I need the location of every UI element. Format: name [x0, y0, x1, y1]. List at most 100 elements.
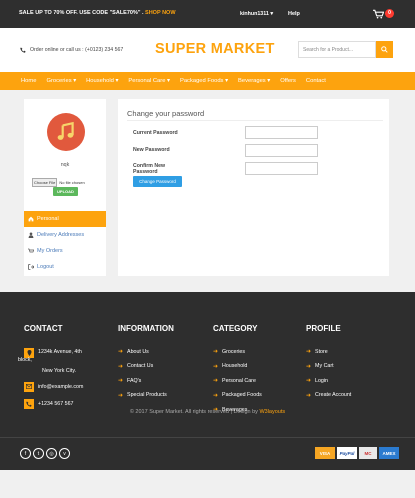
search-icon	[381, 46, 388, 53]
link-label: Store	[315, 348, 328, 355]
arrow-right-icon: ➜	[306, 378, 312, 385]
search-input[interactable]: Search for a Product...	[298, 41, 376, 58]
top-bar: SALE UP TO 70% OFF. USE CODE "SALE70%" .…	[0, 0, 415, 28]
phone-text: +1234 567 567	[38, 401, 74, 408]
upload-button[interactable]: UPLOAD	[53, 187, 78, 196]
footer-link-about[interactable]: ➜ About Us	[118, 348, 174, 356]
nav-household[interactable]: Household ▾	[82, 78, 124, 84]
cart-button[interactable]: 0	[373, 9, 395, 20]
menu-item-my-orders[interactable]: My Orders	[24, 243, 106, 259]
arrow-right-icon: ➜	[118, 392, 124, 399]
contact-text: Order online or call us : (+0123) 234 56…	[30, 47, 124, 53]
footer-link-store[interactable]: ➜ Store	[306, 348, 351, 356]
home-icon	[28, 216, 34, 222]
footer-phone: +1234 567 567	[24, 399, 104, 410]
current-password-field[interactable]	[245, 126, 318, 139]
cart-icon	[28, 248, 34, 253]
link-label: Special Products	[127, 392, 167, 399]
help-link[interactable]: Help	[288, 11, 300, 17]
arrow-right-icon: ➜	[213, 392, 219, 399]
user-menu[interactable]: kinhun1311 ▾	[240, 11, 273, 17]
copyright: © 2017 Super Market. All rights reserved…	[0, 409, 415, 415]
vimeo-icon[interactable]: v	[59, 448, 70, 459]
link-label: About Us	[127, 348, 149, 355]
confirm-password-field[interactable]	[245, 162, 318, 175]
address-line-1: 1234k Avenue, 4th	[38, 349, 82, 355]
promo-banner: SALE UP TO 70% OFF. USE CODE "SALE70%" .…	[19, 10, 176, 16]
footer-link-create-account[interactable]: ➜ Create Account	[306, 392, 351, 399]
change-password-button[interactable]: Change Password	[133, 176, 182, 187]
site-logo[interactable]: SUPER MARKET	[155, 41, 275, 57]
footer-heading: PROFILE	[306, 324, 341, 333]
nav-groceries[interactable]: Groceries ▾	[42, 78, 82, 84]
address-line-2: block,	[18, 356, 32, 363]
footer-link-faq[interactable]: ➜ FAQ's	[118, 377, 174, 385]
user-icon	[28, 232, 34, 238]
phone-icon	[24, 399, 34, 410]
link-label: Packaged Foods	[222, 392, 262, 399]
link-label: Create Account	[315, 392, 352, 399]
footer-heading: CATEGORY	[213, 324, 258, 333]
menu-item-label: Delivery Addresses	[37, 232, 85, 238]
nav-beverages[interactable]: Beverages ▾	[234, 78, 276, 84]
nav-contact[interactable]: Contact	[302, 78, 332, 84]
profile-menu: Personal Delivery Addresses My Orders Lo…	[24, 211, 106, 275]
avatar	[47, 113, 85, 151]
footer-link-household[interactable]: ➜ Household	[213, 363, 262, 370]
link-label: Personal Care	[222, 377, 256, 384]
arrow-right-icon: ➜	[118, 363, 124, 370]
arrow-right-icon: ➜	[118, 349, 124, 355]
shop-now-link[interactable]: SHOP NOW	[145, 10, 175, 16]
footer-link-personal-care[interactable]: ➜ Personal Care	[213, 377, 262, 385]
nav-home[interactable]: Home	[17, 78, 42, 84]
link-label: Login	[315, 377, 328, 384]
new-password-field[interactable]	[245, 144, 318, 157]
main-nav: Home Groceries ▾ Household ▾ Personal Ca…	[0, 72, 415, 90]
logout-icon	[28, 264, 34, 270]
link-label: FAQ's	[127, 377, 142, 384]
twitter-icon[interactable]: t	[33, 448, 44, 459]
copyright-text: © 2017 Super Market. All rights reserved…	[129, 409, 260, 415]
menu-item-label: Personal	[37, 216, 59, 222]
menu-item-logout[interactable]: Logout	[24, 259, 106, 275]
paypal-icon: PayPal	[337, 447, 357, 459]
arrow-right-icon: ➜	[118, 378, 124, 385]
address-line-3: New York City.	[42, 368, 77, 375]
nav-packaged-foods[interactable]: Packaged Foods ▾	[176, 78, 234, 84]
visa-card-icon: VISA	[315, 447, 335, 459]
menu-item-label: Logout	[37, 264, 54, 270]
footer-link-login[interactable]: ➜ Login	[306, 377, 351, 385]
confirm-password-label: Confirm New Password	[133, 163, 165, 175]
nav-offers[interactable]: Offers	[276, 78, 302, 84]
file-status: No file chosen	[59, 180, 85, 185]
footer-link-my-cart[interactable]: ➜ My Cart	[306, 363, 351, 370]
profile-sidebar: nqk Choose File No file chosen UPLOAD Pe…	[24, 99, 106, 276]
footer: CONTACT 1234k Avenue, 4th block, New Yor…	[0, 292, 415, 437]
bottom-bar: f t ◎ v VISA PayPal MC AMEX	[0, 437, 415, 470]
arrow-right-icon: ➜	[306, 392, 312, 399]
arrow-right-icon: ➜	[213, 349, 219, 355]
choose-file-button[interactable]: Choose File	[32, 178, 58, 187]
envelope-icon	[24, 381, 34, 392]
main-content: nqk Choose File No file chosen UPLOAD Pe…	[0, 90, 415, 292]
dribbble-icon[interactable]: ◎	[46, 448, 57, 459]
email-link[interactable]: info@example.com	[38, 384, 83, 390]
footer-link-contact[interactable]: ➜ Contact Us	[118, 363, 174, 370]
contact-line: Order online or call us : (+0123) 234 56…	[20, 47, 123, 53]
footer-link-packaged-foods[interactable]: ➜ Packaged Foods	[213, 392, 262, 399]
arrow-right-icon: ➜	[213, 363, 219, 370]
designer-link[interactable]: W3layouts	[259, 409, 285, 415]
footer-link-groceries[interactable]: ➜ Groceries	[213, 348, 262, 356]
search-button[interactable]	[376, 41, 393, 58]
menu-item-personal[interactable]: Personal	[24, 211, 106, 227]
menu-item-delivery-addresses[interactable]: Delivery Addresses	[24, 227, 106, 243]
link-label: Household	[222, 363, 248, 370]
mastercard-icon: MC	[359, 447, 377, 459]
username: nqk	[60, 162, 70, 168]
nav-personal-care[interactable]: Personal Care ▾	[124, 78, 176, 84]
footer-email: info@example.com	[24, 381, 104, 392]
facebook-icon[interactable]: f	[20, 448, 31, 459]
footer-profile: PROFILE ➜ Store ➜ My Cart ➜ Login ➜ Create A…	[306, 324, 351, 406]
footer-link-special[interactable]: ➜ Special Products	[118, 392, 174, 399]
current-password-label: Current Password	[133, 130, 178, 136]
